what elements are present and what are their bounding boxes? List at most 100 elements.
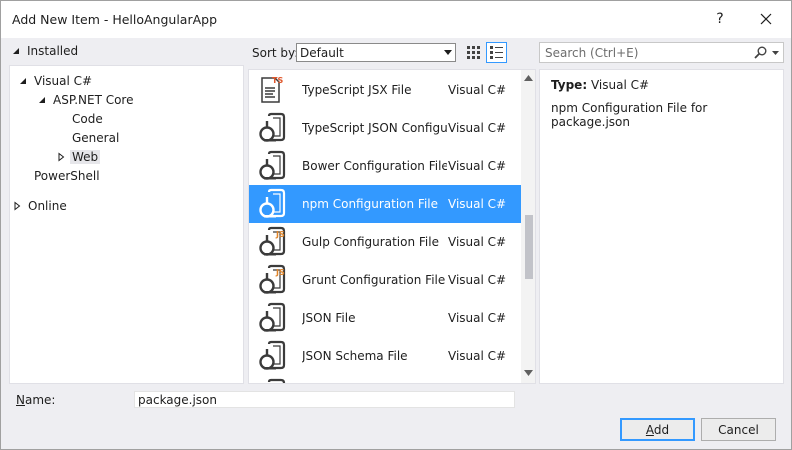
tree-item-aspnet-core[interactable]: ASP.NET Core xyxy=(37,91,135,109)
json-file-icon xyxy=(257,188,289,220)
search-icon xyxy=(754,46,767,59)
template-list-item[interactable]: npm Configuration File Visual C# xyxy=(249,185,521,223)
tree-item-visual-csharp[interactable]: Visual C# xyxy=(18,72,94,90)
add-button-label: Add xyxy=(646,423,669,437)
tree-label-web: Web xyxy=(70,150,101,164)
sort-dropdown-value: Default xyxy=(300,45,344,60)
sort-dropdown[interactable]: Default xyxy=(296,43,456,62)
search-input[interactable]: Search (Ctrl+E) xyxy=(539,42,784,63)
chevron-down-icon xyxy=(772,51,779,55)
template-list-item[interactable]: TypeScript JSON Configur... Visual C# xyxy=(249,109,521,147)
template-item-name: TypeScript JSON Configur... xyxy=(302,121,447,135)
collapsed-triangle-icon xyxy=(14,201,21,211)
expanded-triangle-icon xyxy=(39,97,45,103)
add-label-rest: dd xyxy=(653,422,670,437)
tree-label-visual-csharp: Visual C# xyxy=(34,74,93,88)
tree-label-aspnet-core: ASP.NET Core xyxy=(53,93,134,107)
template-list-item[interactable]: TS TypeScript JSX File Visual C# xyxy=(249,71,521,109)
list-scrollbar[interactable] xyxy=(521,70,535,383)
template-item-language: Visual C# xyxy=(448,159,507,173)
name-label-mnemonic: N xyxy=(16,393,25,407)
template-item-name: Grunt Configuration File xyxy=(302,273,446,287)
close-button[interactable] xyxy=(747,3,785,35)
chevron-down-icon xyxy=(444,50,452,55)
expanded-triangle-icon xyxy=(13,48,19,54)
name-label-rest: ame: xyxy=(24,393,56,407)
tree-label-installed: Installed xyxy=(27,44,79,58)
template-list-item[interactable] xyxy=(249,375,521,383)
name-field[interactable]: package.json xyxy=(134,391,515,408)
cancel-button[interactable]: Cancel xyxy=(701,418,776,441)
sort-by-label: Sort by: xyxy=(252,46,299,60)
template-list-item[interactable]: Bower Configuration File Visual C# xyxy=(249,147,521,185)
template-item-language: Visual C# xyxy=(448,197,507,211)
name-field-value: package.json xyxy=(138,392,218,407)
scroll-down-icon[interactable] xyxy=(524,370,533,376)
template-tree: Visual C# ASP.NET Core Code General Web … xyxy=(9,65,244,384)
item-description: npm Configuration File for package.json xyxy=(551,101,708,129)
help-button[interactable]: ? xyxy=(701,3,739,35)
collapsed-triangle-icon xyxy=(58,152,65,162)
tree-item-online[interactable]: Online xyxy=(12,197,69,215)
js-config-file-icon: JS xyxy=(257,264,289,296)
js-config-file-icon: JS xyxy=(257,226,289,258)
tree-item-web[interactable]: Web xyxy=(56,148,101,166)
title-bar: Add New Item - HelloAngularApp ? xyxy=(1,1,791,38)
tree-label-code: Code xyxy=(72,112,103,126)
scroll-up-icon[interactable] xyxy=(524,75,533,81)
tree-installed-header[interactable]: Installed xyxy=(9,43,244,59)
tree-label-powershell: PowerShell xyxy=(34,169,100,183)
template-list: TS TypeScript JSX File Visual C# TypeScript… xyxy=(248,69,536,384)
template-item-language: Visual C# xyxy=(448,311,507,325)
template-item-name: npm Configuration File xyxy=(302,197,439,211)
svg-text:JS: JS xyxy=(275,268,285,277)
add-button[interactable]: Add xyxy=(620,418,695,441)
add-new-item-dialog: Add New Item - HelloAngularApp ? Install… xyxy=(0,0,792,450)
scrollbar-thumb[interactable] xyxy=(525,215,533,279)
add-label-mnemonic: A xyxy=(645,422,654,437)
template-item-name: TypeScript JSX File xyxy=(302,83,412,97)
svg-text:JS: JS xyxy=(275,230,285,239)
tree-item-general[interactable]: General xyxy=(70,129,121,147)
json-file-icon xyxy=(257,340,289,372)
template-list-item[interactable]: JSON File Visual C# xyxy=(249,299,521,337)
template-item-language: Visual C# xyxy=(448,235,507,249)
template-item-name: JSON Schema File xyxy=(302,349,408,363)
json-file-icon xyxy=(257,378,289,383)
template-item-name: Bower Configuration File xyxy=(302,159,447,173)
expanded-triangle-icon xyxy=(20,78,26,84)
json-file-icon xyxy=(257,150,289,182)
template-list-item[interactable]: JS Grunt Configuration File Visual C# xyxy=(249,261,521,299)
window-title: Add New Item - HelloAngularApp xyxy=(12,12,218,27)
svg-text:TS: TS xyxy=(272,76,283,85)
type-key: Type: xyxy=(551,78,588,92)
tree-label-online: Online xyxy=(28,199,67,213)
tree-item-code[interactable]: Code xyxy=(70,110,105,128)
close-icon xyxy=(760,13,772,25)
template-item-language: Visual C# xyxy=(448,83,507,97)
cancel-button-label: Cancel xyxy=(718,422,759,437)
tree-label-general: General xyxy=(72,131,120,145)
search-placeholder: Search (Ctrl+E) xyxy=(545,45,639,60)
json-file-icon xyxy=(257,112,289,144)
json-file-icon xyxy=(257,302,289,334)
type-line: Type: Visual C# xyxy=(551,78,649,92)
list-view-icon xyxy=(490,46,503,59)
type-value: Visual C# xyxy=(590,78,650,92)
template-item-language: Visual C# xyxy=(448,349,507,363)
help-label: ? xyxy=(716,11,724,27)
template-item-language: Visual C# xyxy=(448,273,507,287)
template-item-name: Gulp Configuration File xyxy=(302,235,439,249)
template-list-item[interactable]: JSON Schema File Visual C# xyxy=(249,337,521,375)
typescript-file-icon: TS xyxy=(257,74,289,106)
grid-view-icon xyxy=(467,46,480,59)
small-icons-view-button[interactable] xyxy=(463,42,484,63)
name-label: Name: xyxy=(16,393,55,407)
template-item-language: Visual C# xyxy=(448,121,507,135)
template-list-item[interactable]: JS Gulp Configuration File Visual C# xyxy=(249,223,521,261)
details-pane: Type: Visual C# npm Configuration File f… xyxy=(539,69,784,384)
list-view-button[interactable] xyxy=(486,42,507,63)
tree-item-installed[interactable]: Installed xyxy=(11,42,80,60)
template-item-name: JSON File xyxy=(302,311,356,325)
tree-item-powershell[interactable]: PowerShell xyxy=(32,167,102,185)
